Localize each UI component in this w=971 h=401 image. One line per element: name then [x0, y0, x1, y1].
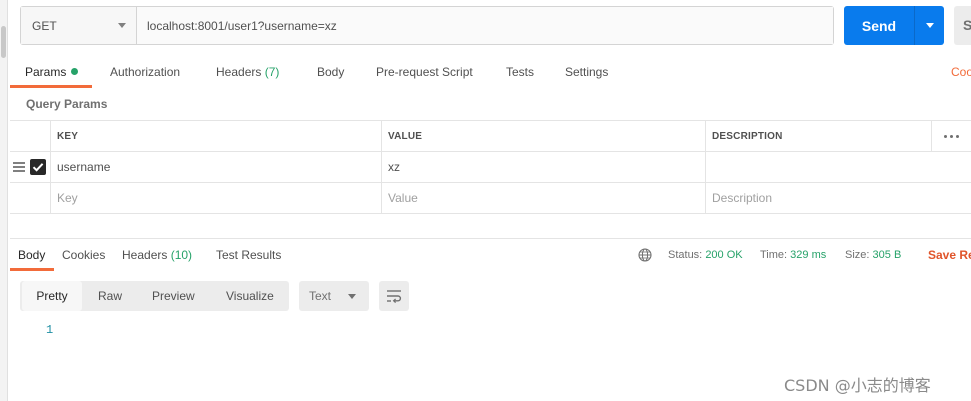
scroll-thumb[interactable] [1, 26, 6, 58]
request-bar: GET [20, 6, 834, 45]
response-tab-headers-count: (10) [170, 248, 193, 262]
param-value-text: xz [388, 160, 400, 174]
checkmark-icon [32, 163, 44, 172]
param-key-text: username [57, 160, 111, 174]
method-label: GET [32, 18, 57, 33]
tab-pre-request-script-label: Pre-request Script [376, 65, 473, 79]
response-tab-test-results-label: Test Results [216, 248, 282, 262]
tab-tests-label: Tests [506, 65, 535, 79]
new-value-input[interactable]: Value [381, 183, 705, 213]
response-tab-test-results[interactable]: Test Results [216, 240, 281, 270]
new-key-input[interactable]: Key [50, 183, 381, 213]
tab-tests[interactable]: Tests [506, 57, 534, 87]
param-enabled-checkbox[interactable] [30, 159, 46, 175]
tab-headers-label: Headers [216, 65, 262, 79]
column-header-description: DESCRIPTION [705, 121, 931, 151]
tab-body-label: Body [317, 65, 345, 79]
response-divider [10, 238, 971, 239]
cookies-link[interactable]: Coo [951, 57, 971, 87]
response-tab-cookies-label: Cookies [62, 248, 106, 262]
table-row-new: Key Value Description [10, 183, 971, 214]
body-line-number: 1 [46, 323, 54, 337]
tab-settings-label: Settings [565, 65, 609, 79]
send-button[interactable]: Send [844, 6, 944, 45]
active-tab-underline [10, 85, 92, 88]
response-size: Size: 305 B [845, 240, 901, 270]
left-scroll-gutter[interactable] [0, 0, 8, 401]
language-select[interactable]: Text [299, 281, 369, 311]
chevron-down-icon [925, 23, 934, 28]
save-button[interactable]: S [954, 6, 971, 45]
format-pretty[interactable]: Pretty [22, 281, 82, 311]
format-preview[interactable]: Preview [152, 281, 195, 311]
chevron-down-icon [348, 293, 356, 299]
tab-authorization-label: Authorization [110, 65, 181, 79]
tab-params[interactable]: Params [25, 57, 79, 87]
wrap-lines-icon [387, 290, 402, 303]
tab-body[interactable]: Body [317, 57, 344, 87]
size-value[interactable]: 305 B [873, 249, 902, 261]
bulk-edit-more-button[interactable] [931, 121, 971, 151]
request-tabs: Params Authorization Headers (7) Body Pr… [10, 57, 971, 89]
time-value[interactable]: 329 ms [790, 249, 826, 261]
tab-headers-count: (7) [264, 65, 280, 79]
response-tab-cookies[interactable]: Cookies [62, 240, 105, 270]
chevron-down-icon [118, 23, 126, 28]
tab-params-label: Params [25, 65, 67, 79]
body-format-toggle: Pretty Raw Preview Visualize [20, 281, 289, 311]
drag-handle-icon[interactable] [13, 162, 25, 172]
response-tab-headers[interactable]: Headers (10) [122, 240, 192, 270]
new-description-input[interactable]: Description [705, 183, 931, 213]
tab-headers[interactable]: Headers (7) [216, 57, 279, 87]
more-icon [944, 134, 959, 138]
response-tab-body-label: Body [18, 248, 46, 262]
response-status: Status: 200 OK [668, 240, 743, 270]
params-active-dot-icon [71, 68, 79, 75]
response-tabs: Body Cookies Headers (10) Test Results S… [10, 240, 971, 272]
tab-authorization[interactable]: Authorization [110, 57, 180, 87]
active-response-tab-underline [10, 268, 54, 271]
url-input[interactable] [137, 7, 833, 44]
param-value-cell[interactable]: xz [381, 152, 705, 182]
size-label: Size: [845, 249, 870, 261]
wrap-lines-button[interactable] [379, 281, 409, 311]
params-table: KEY VALUE DESCRIPTION username xz Key Va… [10, 120, 971, 214]
watermark: CSDN @小志的博客 [784, 376, 931, 395]
format-visualize[interactable]: Visualize [226, 281, 274, 311]
globe-icon[interactable] [638, 248, 652, 262]
column-header-value: VALUE [381, 121, 705, 151]
tab-settings[interactable]: Settings [565, 57, 608, 87]
send-button-label: Send [861, 17, 897, 34]
table-header-row: KEY VALUE DESCRIPTION [10, 121, 971, 152]
table-row: username xz [10, 152, 971, 183]
time-label: Time: [760, 249, 788, 261]
send-options-dropdown[interactable] [915, 23, 944, 28]
response-tab-body[interactable]: Body [18, 240, 45, 270]
param-description-cell[interactable] [705, 152, 931, 182]
method-select[interactable]: GET [21, 7, 137, 44]
tab-pre-request-script[interactable]: Pre-request Script [376, 57, 473, 87]
param-key-cell[interactable]: username [50, 152, 381, 182]
column-header-key: KEY [50, 121, 381, 151]
save-response-button[interactable]: Save Re [928, 240, 971, 270]
format-raw[interactable]: Raw [98, 281, 122, 311]
language-select-label: Text [309, 289, 332, 303]
response-tab-headers-label: Headers [122, 248, 168, 262]
response-time: Time: 329 ms [760, 240, 826, 270]
query-params-title: Query Params [26, 97, 108, 111]
status-label: Status: [668, 249, 703, 261]
status-value[interactable]: 200 OK [705, 249, 742, 261]
